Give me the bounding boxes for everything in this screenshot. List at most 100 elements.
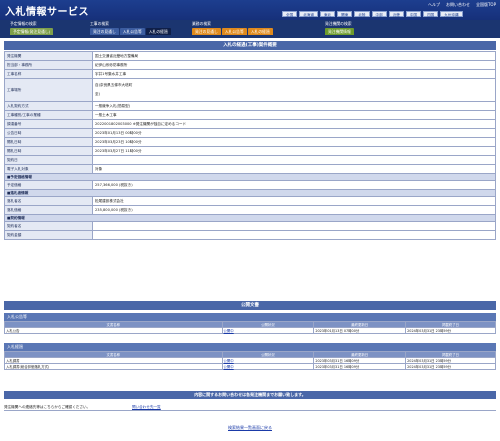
region-tab[interactable]: 九州沖縄 xyxy=(440,11,463,17)
nav-tab[interactable]: 発注機関情報 xyxy=(325,28,354,35)
detail-row: 契約者名 xyxy=(4,221,496,231)
detail-row: 電子入札対象 対象 xyxy=(4,164,496,174)
utility-links: ヘルプ お問い合わせ 全国版TOP xyxy=(428,2,496,8)
nav-tab[interactable]: 発注の見通し xyxy=(192,28,221,35)
detail-value: 一般土木工事 xyxy=(92,110,496,120)
back-to-results-link[interactable]: 検索結果一覧画面に戻る xyxy=(228,425,272,430)
documents-table: 文書名称 公開状況 最終更新日 掲載終了日 入札公告 公開中 2023年01月13日 07時… xyxy=(4,321,496,334)
detail-row: 公告日時 2023年01月13日 00時00分 xyxy=(4,128,496,138)
region-tab[interactable]: 四国 xyxy=(423,11,439,17)
document-end-date: 2024年03月31日 23時59分 xyxy=(405,327,496,334)
detail-label: 契約日 xyxy=(4,155,93,165)
detail-value: 2023年03月27日 11時00分 xyxy=(92,146,496,156)
detail-value-text: 松尾建設株式会社 xyxy=(95,198,124,203)
document-status-link[interactable]: 公開中 xyxy=(224,329,234,333)
nav-group-heading: 予定情報の検索 xyxy=(10,21,37,26)
detail-group-row: ■落札者情報 xyxy=(4,189,496,197)
nav-group-heading: 工事の検索 xyxy=(90,21,109,26)
help-link[interactable]: ヘルプ xyxy=(428,2,440,8)
top-link[interactable]: 全国版TOP xyxy=(476,2,496,8)
document-section-heading: 入札公告等 xyxy=(4,313,496,321)
detail-value: 紀伊山系砂防事務所 xyxy=(92,60,496,70)
nav-group: 発注機関の検索 発注機関情報 xyxy=(325,21,354,35)
detail-label: 開札日時 xyxy=(4,146,93,156)
document-status-cell: 公開中 xyxy=(221,327,315,334)
document-section-heading: 入札経過 xyxy=(4,343,496,351)
detail-label: 公告日時 xyxy=(4,128,93,138)
detail-label: 担当部・事務所 xyxy=(4,60,93,70)
region-tab[interactable]: 中国 xyxy=(405,11,422,17)
nav-group: 工事の検索発注の見通し 入札公告等 入札の経過 xyxy=(90,21,171,35)
contact-label: 発注機関への連絡先等はこちらからご確認ください。 xyxy=(4,405,91,409)
detail-row: 工事名称 宇井1号集水井工事 xyxy=(4,69,496,79)
detail-label: 落札者名 xyxy=(4,196,93,206)
document-name: 入札公告 xyxy=(4,327,223,334)
detail-value: 2023年03月23日 10時00分 xyxy=(92,137,496,147)
detail-value xyxy=(92,155,496,165)
document-end-date: 2024年03月31日 23時59分 xyxy=(405,363,496,370)
nav-group-heading: 業務の検索 xyxy=(192,21,211,26)
documents-table: 文書名称 公開状況 最終更新日 掲載終了日 入札調書 公開中 2023年03月31日 16時… xyxy=(4,351,496,370)
region-tab[interactable]: 全国 xyxy=(282,11,298,17)
document-status-link[interactable]: 公開中 xyxy=(224,359,234,363)
nav-tab[interactable]: 予定情報(発注見通し) xyxy=(10,28,54,35)
detail-value-text: 対象 xyxy=(95,166,103,171)
detail-row: 落札者名 松尾建設株式会社 xyxy=(4,196,496,206)
page-heading: 入札の経過(工事)案件概要 xyxy=(4,41,496,50)
detail-row: 契約日 xyxy=(4,155,496,165)
detail-value xyxy=(92,230,496,240)
detail-row: 開札日時 2023年03月27日 11時00分 xyxy=(4,146,496,156)
detail-label: 契約者名 xyxy=(4,221,93,231)
inquiry-notice: 内容に関するお問い合わせは各発注機関までお願い致します。 xyxy=(4,391,496,399)
nav-tab[interactable]: 発注の見通し xyxy=(90,28,119,35)
detail-value: 国土交通省近畿地方整備局 xyxy=(92,51,496,61)
detail-label: 工事種別/工事の業種 xyxy=(4,110,93,120)
nav-tab[interactable]: 入札公告等 xyxy=(119,28,145,35)
nav-tab[interactable]: 入札の経過 xyxy=(247,28,273,35)
document-row: 入札公告 公開中 2023年01月13日 07時00分 2024年03月31日 23時… xyxy=(4,327,496,334)
region-tab[interactable]: 関東 xyxy=(337,11,353,17)
contact-link[interactable]: お問い合わせ xyxy=(446,2,470,8)
header-bar: 入札情報サービス ヘルプ お問い合わせ 全国版TOP 全国 北海道 東北 関東 北陸 中部… xyxy=(0,0,500,20)
region-tab[interactable]: 中部 xyxy=(371,11,387,17)
detail-row: 予定価格 257,366,000 (税抜き) xyxy=(4,180,496,190)
detail-value-text: 257,366,000 (税抜き) xyxy=(95,182,133,187)
detail-label: 発注機関 xyxy=(4,51,93,61)
detail-value-text: 一般土木工事 xyxy=(95,112,117,117)
detail-label: 開札日時 xyxy=(4,137,93,147)
detail-group-label: ■落札者情報 xyxy=(4,189,496,197)
detail-value: 2023年01月13日 00時00分 xyxy=(92,128,496,138)
detail-row: 入札契約方式 一般競争入札(簡易型) xyxy=(4,101,496,111)
nav-group: 予定情報の検索予定情報(発注見通し) xyxy=(10,21,54,35)
detail-row: 担当部・事務所 紀伊山系砂防事務所 xyxy=(4,60,496,70)
contact-list-link[interactable]: 問い合わせ先一覧 xyxy=(132,403,161,411)
document-name: 入札調書(総合評価落札方式) xyxy=(4,363,223,370)
detail-value: 一般競争入札(簡易型) xyxy=(92,101,496,111)
detail-value-text: 一般競争入札(簡易型) xyxy=(95,103,131,108)
document-updated: 2023年01月13日 07時00分 xyxy=(313,327,407,334)
detail-label: 入札契約方式 xyxy=(4,101,93,111)
region-tab[interactable]: 近畿 xyxy=(388,11,404,17)
detail-label: 予定価格 xyxy=(4,180,93,190)
detail-row: 工事種別/工事の業種 一般土木工事 xyxy=(4,110,496,120)
detail-group-row: ■契約情報 xyxy=(4,214,496,222)
detail-value-text: 2023年03月23日 10時00分 xyxy=(95,139,142,144)
detail-value-text: 宇井1号集水井工事 xyxy=(95,71,127,76)
detail-table: 発注機関 国土交通省近畿地方整備局 担当部・事務所 紀伊山系砂防事務所 工事名称 宇井1号… xyxy=(4,51,496,240)
detail-label: 調達番号 xyxy=(4,119,93,129)
detail-value: 235,800,000 (税抜き) xyxy=(92,205,496,215)
detail-value-text: 2023年03月27日 11時00分 xyxy=(95,148,142,153)
nav-group: 業務の検索発注の見通し 入札公告等 入札の経過 xyxy=(192,21,273,35)
region-tab[interactable]: 北海道 xyxy=(299,11,318,17)
detail-row: 工事場所 自)奈良県五條市大塔町 至) xyxy=(4,78,496,102)
region-tab[interactable]: 東北 xyxy=(319,11,336,17)
detail-group-row: ■予定価格情報 xyxy=(4,173,496,181)
detail-value xyxy=(92,221,496,231)
document-status-link[interactable]: 公開中 xyxy=(224,365,234,369)
nav-tab[interactable]: 入札公告等 xyxy=(221,28,247,35)
detail-row: 開札日時 2023年03月23日 10時00分 xyxy=(4,137,496,147)
nav-tab[interactable]: 入札の経過 xyxy=(145,28,171,35)
detail-value: 宇井1号集水井工事 xyxy=(92,69,496,79)
region-tab[interactable]: 北陸 xyxy=(354,11,370,17)
detail-value-text: 紀伊山系砂防事務所 xyxy=(95,62,128,67)
